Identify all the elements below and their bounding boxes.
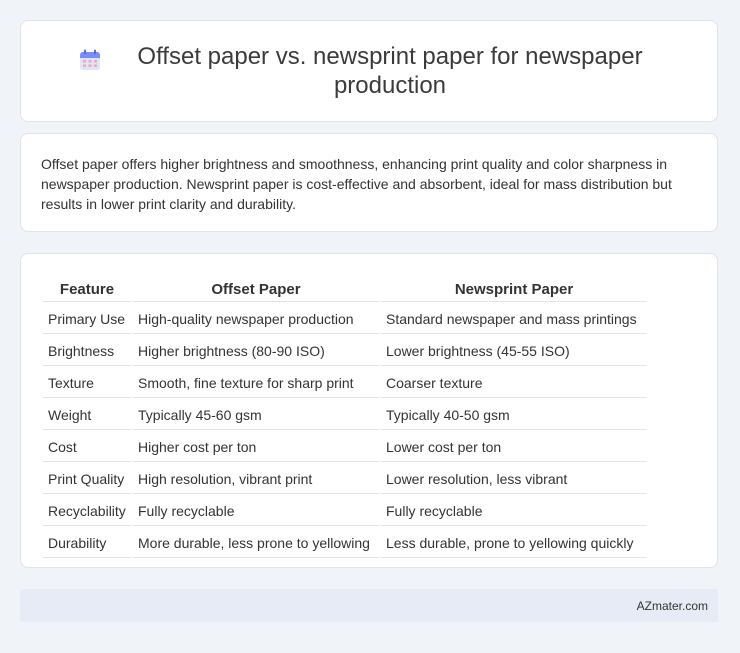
table-row: Brightness Higher brightness (80-90 ISO)… bbox=[43, 336, 647, 366]
feature-cell: Primary Use bbox=[43, 304, 131, 334]
footer-bar: AZmater.com bbox=[20, 589, 718, 622]
newsprint-cell: Typically 40-50 gsm bbox=[381, 400, 647, 430]
offset-cell: Typically 45-60 gsm bbox=[133, 400, 379, 430]
header-offset-paper: Offset Paper bbox=[133, 276, 379, 302]
header-newsprint-paper: Newsprint Paper bbox=[381, 276, 647, 302]
header-feature: Feature bbox=[43, 276, 131, 302]
title-wrap: Offset paper vs. newsprint paper for new… bbox=[78, 42, 660, 100]
feature-cell: Durability bbox=[43, 528, 131, 558]
newsprint-cell: Less durable, prone to yellowing quickly bbox=[381, 528, 647, 558]
offset-cell: Higher brightness (80-90 ISO) bbox=[133, 336, 379, 366]
offset-cell: Fully recyclable bbox=[133, 496, 379, 526]
offset-cell: High-quality newspaper production bbox=[133, 304, 379, 334]
feature-cell: Brightness bbox=[43, 336, 131, 366]
offset-cell: More durable, less prone to yellowing bbox=[133, 528, 379, 558]
header-card: Offset paper vs. newsprint paper for new… bbox=[20, 20, 718, 122]
summary-text: Offset paper offers higher brightness an… bbox=[41, 156, 672, 212]
feature-cell: Cost bbox=[43, 432, 131, 462]
feature-cell: Weight bbox=[43, 400, 131, 430]
newsprint-cell: Lower resolution, less vibrant bbox=[381, 464, 647, 494]
feature-cell: Print Quality bbox=[43, 464, 131, 494]
newsprint-cell: Lower cost per ton bbox=[381, 432, 647, 462]
offset-cell: Smooth, fine texture for sharp print bbox=[133, 368, 379, 398]
newsprint-cell: Standard newspaper and mass printings bbox=[381, 304, 647, 334]
newsprint-cell: Fully recyclable bbox=[381, 496, 647, 526]
table-row: Print Quality High resolution, vibrant p… bbox=[43, 464, 647, 494]
table-row: Cost Higher cost per ton Lower cost per … bbox=[43, 432, 647, 462]
table-card: Feature Offset Paper Newsprint Paper Pri… bbox=[20, 253, 718, 568]
table-row: Durability More durable, less prone to y… bbox=[43, 528, 647, 558]
offset-cell: Higher cost per ton bbox=[133, 432, 379, 462]
offset-cell: High resolution, vibrant print bbox=[133, 464, 379, 494]
table-header-row: Feature Offset Paper Newsprint Paper bbox=[43, 276, 647, 302]
page-title: Offset paper vs. newsprint paper for new… bbox=[137, 43, 643, 99]
table-row: Weight Typically 45-60 gsm Typically 40-… bbox=[43, 400, 647, 430]
newsprint-cell: Lower brightness (45-55 ISO) bbox=[381, 336, 647, 366]
summary-card: Offset paper offers higher brightness an… bbox=[20, 133, 718, 232]
feature-cell: Texture bbox=[43, 368, 131, 398]
calendar-icon bbox=[80, 49, 100, 70]
comparison-table: Feature Offset Paper Newsprint Paper Pri… bbox=[41, 274, 649, 560]
table-row: Recyclability Fully recyclable Fully rec… bbox=[43, 496, 647, 526]
newsprint-cell: Coarser texture bbox=[381, 368, 647, 398]
footer-site-link[interactable]: AZmater.com bbox=[637, 599, 708, 613]
table-row: Texture Smooth, fine texture for sharp p… bbox=[43, 368, 647, 398]
table-row: Primary Use High-quality newspaper produ… bbox=[43, 304, 647, 334]
feature-cell: Recyclability bbox=[43, 496, 131, 526]
